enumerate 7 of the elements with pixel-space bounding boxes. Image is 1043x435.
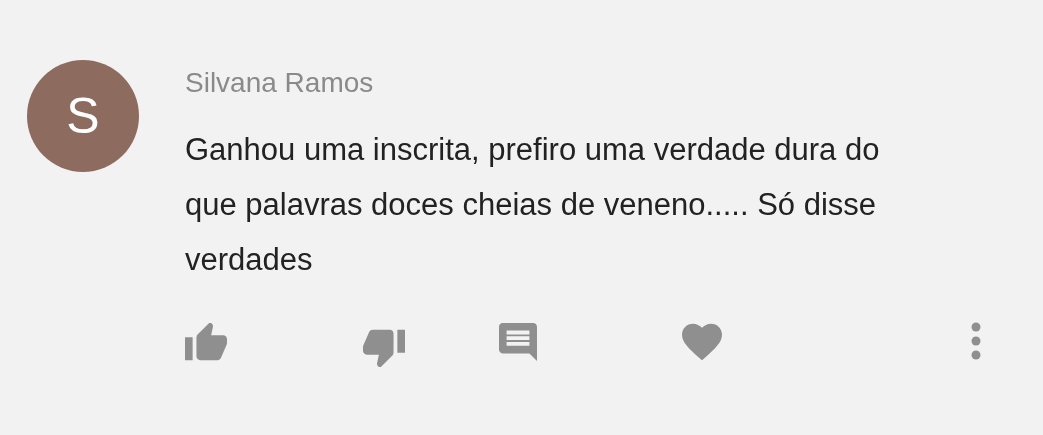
comment-text: Ganhou uma inscrita, prefiro uma verdade dura do que palavras doces cheias de veneno..... Só disse verdades — [185, 130, 881, 279]
comment-icon[interactable] — [499, 322, 537, 361]
heart-icon[interactable] — [682, 322, 722, 361]
more-options-icon[interactable] — [970, 320, 982, 361]
thumbs-up-icon[interactable] — [185, 322, 227, 363]
avatar: S — [27, 60, 139, 172]
author-name[interactable]: Silvana Ramos — [185, 66, 1023, 100]
